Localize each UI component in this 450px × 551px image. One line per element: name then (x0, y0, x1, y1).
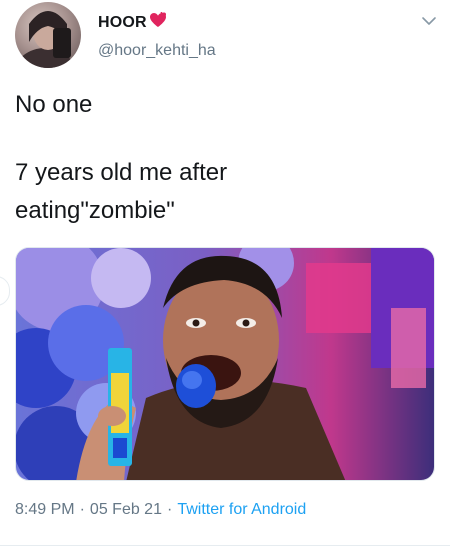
heart-icon (149, 12, 166, 27)
tweet-media-image[interactable] (15, 247, 435, 481)
meta-separator: · (79, 501, 85, 518)
meta-separator: · (166, 501, 173, 518)
left-edge-tab[interactable] (0, 276, 10, 306)
tweet-card: HOOR @hoor_kehti_ha No one 7 years old m… (0, 0, 450, 551)
avatar[interactable] (15, 2, 81, 68)
display-name[interactable]: HOOR (98, 14, 147, 32)
divider (0, 545, 450, 546)
chevron-down-icon[interactable] (420, 12, 438, 30)
author-name-row: HOOR (98, 12, 167, 34)
tweet-text-line: 7 years old me after (15, 159, 228, 186)
username-handle[interactable]: @hoor_kehti_ha (98, 42, 216, 60)
tweet-date[interactable]: 05 Feb 21 (90, 501, 162, 518)
tweet-source-link[interactable]: Twitter for Android (177, 501, 306, 518)
tweet-time[interactable]: 8:49 PM (15, 501, 75, 518)
tweet-text-line: No one (15, 91, 93, 118)
tweet-text-line: eating"zombie" (15, 197, 175, 224)
tweet-meta: 8:49 PM · 05 Feb 21 · Twitter for Android (15, 501, 306, 519)
